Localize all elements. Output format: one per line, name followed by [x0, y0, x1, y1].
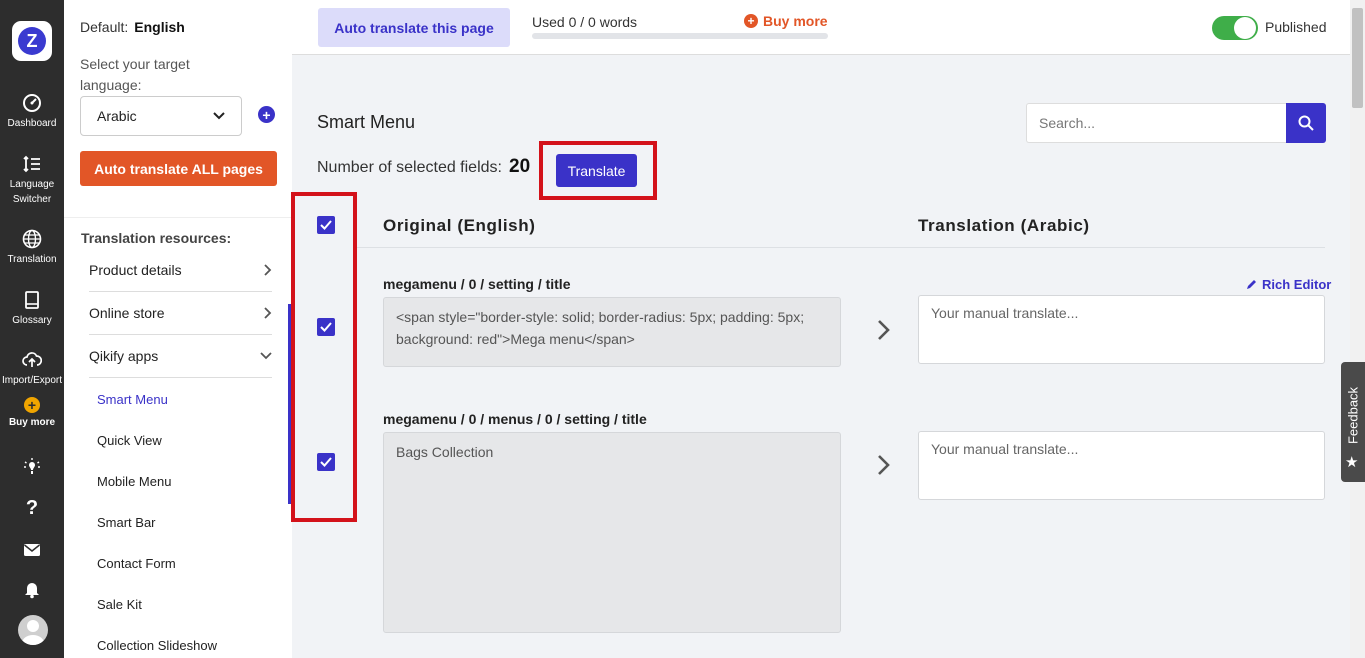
target-language-label: Select your target language:: [80, 56, 190, 93]
field-label: megamenu / 0 / menus / 0 / setting / tit…: [383, 411, 647, 427]
sidebar-item-label: Product details: [89, 262, 182, 278]
scrollbar[interactable]: [1350, 0, 1365, 658]
column-original: Original (English): [383, 216, 536, 235]
selected-fields-count: 20: [509, 156, 531, 177]
sidebar-sub-collection-slideshow[interactable]: Collection Slideshow: [97, 638, 217, 653]
page-title: Smart Menu: [317, 112, 416, 132]
rail-item-buy-more[interactable]: + Buy more: [0, 397, 64, 430]
buy-more-label: Buy more: [763, 13, 828, 29]
sidebar-sub-quick-view[interactable]: Quick View: [97, 433, 162, 448]
field-checkbox[interactable]: [317, 453, 335, 471]
rail-item-glossary[interactable]: Glossary: [0, 290, 64, 328]
published-toggle[interactable]: [1212, 16, 1258, 40]
auto-translate-page-button[interactable]: Auto translate this page: [318, 8, 510, 47]
lightbulb-icon[interactable]: [22, 457, 42, 477]
sidebar: Default: English Select your target langu…: [64, 0, 292, 658]
logo-mark: Z: [18, 27, 46, 55]
rail-label-import-export: Import/Export: [1, 375, 63, 386]
toggle-knob: [1234, 17, 1256, 39]
column-translation: Translation (Arabic): [918, 216, 1090, 235]
rail-item-import-export[interactable]: Import/Export: [0, 350, 64, 388]
sidebar-sub-smart-menu[interactable]: Smart Menu: [97, 392, 168, 407]
sidebar-sub-contact-form[interactable]: Contact Form: [97, 556, 176, 571]
original-text: Bags Collection: [383, 432, 841, 633]
plus-icon: +: [262, 106, 271, 123]
sidebar-sub-mobile-menu[interactable]: Mobile Menu: [97, 474, 171, 489]
avatar-icon: [22, 620, 44, 645]
globe-icon: [22, 229, 42, 249]
mail-icon[interactable]: [22, 540, 42, 560]
translate-button[interactable]: Translate: [556, 154, 637, 187]
rail-label-dashboard: Dashboard: [7, 118, 57, 129]
sidebar-item-label: Online store: [89, 305, 165, 321]
buy-more-link[interactable]: + Buy more: [744, 13, 828, 29]
sidebar-item-product-details[interactable]: Product details: [89, 249, 272, 292]
auto-translate-all-button[interactable]: Auto translate ALL pages: [80, 151, 277, 186]
dashboard-icon: [23, 94, 41, 112]
app-logo[interactable]: Z: [12, 21, 52, 61]
select-all-checkbox[interactable]: [317, 216, 335, 234]
star-icon: ★: [1345, 454, 1359, 471]
feedback-label: Feedback: [1345, 386, 1361, 445]
selected-fields-label: Number of selected fields:: [317, 159, 502, 176]
sidebar-sub-sale-kit[interactable]: Sale Kit: [97, 597, 142, 612]
word-usage-progress: [532, 33, 828, 39]
rich-editor-link[interactable]: Rich Editor: [1246, 277, 1331, 292]
translation-resources-title: Translation resources:: [81, 230, 232, 246]
check-icon: [320, 220, 332, 230]
cloud-upload-icon: [22, 352, 42, 367]
book-icon: [25, 291, 39, 309]
avatar[interactable]: [18, 615, 48, 645]
language-switcher-icon: [23, 155, 40, 173]
sidebar-item-qikify-apps[interactable]: Qikify apps: [89, 335, 272, 378]
header-divider: [357, 247, 1325, 248]
field-checkbox[interactable]: [317, 318, 335, 336]
bell-icon[interactable]: [22, 579, 42, 599]
default-language: Default: English: [80, 19, 185, 35]
rail-label-buy-more: Buy more: [8, 417, 56, 428]
sidebar-item-label: Qikify apps: [89, 348, 159, 364]
target-language-value: Arabic: [97, 108, 137, 124]
field-label: megamenu / 0 / setting / title: [383, 276, 571, 292]
chevron-down-icon: [260, 352, 272, 360]
plus-circle-icon: +: [744, 14, 758, 28]
word-usage-text: Used 0 / 0 words: [532, 14, 638, 30]
target-language-select[interactable]: Arabic: [80, 96, 242, 136]
help-icon[interactable]: ?: [22, 498, 42, 518]
original-text: <span style="border-style: solid; border…: [383, 297, 841, 367]
translation-input[interactable]: Your manual translate...: [918, 431, 1325, 500]
pencil-icon: [1247, 280, 1256, 289]
rich-editor-label: Rich Editor: [1262, 277, 1332, 292]
top-bar: Auto translate this page Used 0 / 0 word…: [292, 0, 1350, 55]
sidebar-sub-smart-bar[interactable]: Smart Bar: [97, 515, 156, 530]
sidebar-item-online-store[interactable]: Online store: [89, 292, 272, 335]
search-input[interactable]: Search...: [1026, 103, 1287, 143]
rail-item-translation[interactable]: Translation: [0, 229, 64, 267]
plus-circle-icon: +: [24, 397, 40, 413]
chevron-down-icon: [213, 112, 225, 120]
translation-input[interactable]: Your manual translate...: [918, 295, 1325, 364]
highlight-checkboxes: [291, 192, 357, 522]
divider: [64, 217, 292, 218]
scrollbar-thumb[interactable]: [1352, 8, 1363, 108]
rail-label-glossary: Glossary: [12, 315, 52, 326]
feedback-tab[interactable]: Feedback ★: [1341, 362, 1365, 482]
check-icon: [320, 322, 332, 332]
search-button[interactable]: [1286, 103, 1326, 143]
search-icon: [1298, 115, 1314, 131]
chevron-right-icon[interactable]: [874, 453, 894, 477]
published-label: Published: [1265, 19, 1327, 35]
default-value: English: [134, 19, 185, 35]
check-icon: [320, 457, 332, 467]
add-language-button[interactable]: +: [258, 106, 275, 123]
chevron-right-icon: [264, 307, 272, 319]
default-label: Default:: [80, 19, 129, 35]
rail-label-translation: Translation: [7, 254, 57, 265]
rail-label-language-switcher: Language Switcher: [9, 179, 55, 205]
rail-item-language-switcher[interactable]: Language Switcher: [0, 154, 64, 207]
app-rail: Z Dashboard Language Switcher Translatio…: [0, 0, 64, 658]
rail-item-dashboard[interactable]: Dashboard: [0, 93, 64, 131]
chevron-right-icon[interactable]: [874, 318, 894, 342]
chevron-right-icon: [264, 264, 272, 276]
